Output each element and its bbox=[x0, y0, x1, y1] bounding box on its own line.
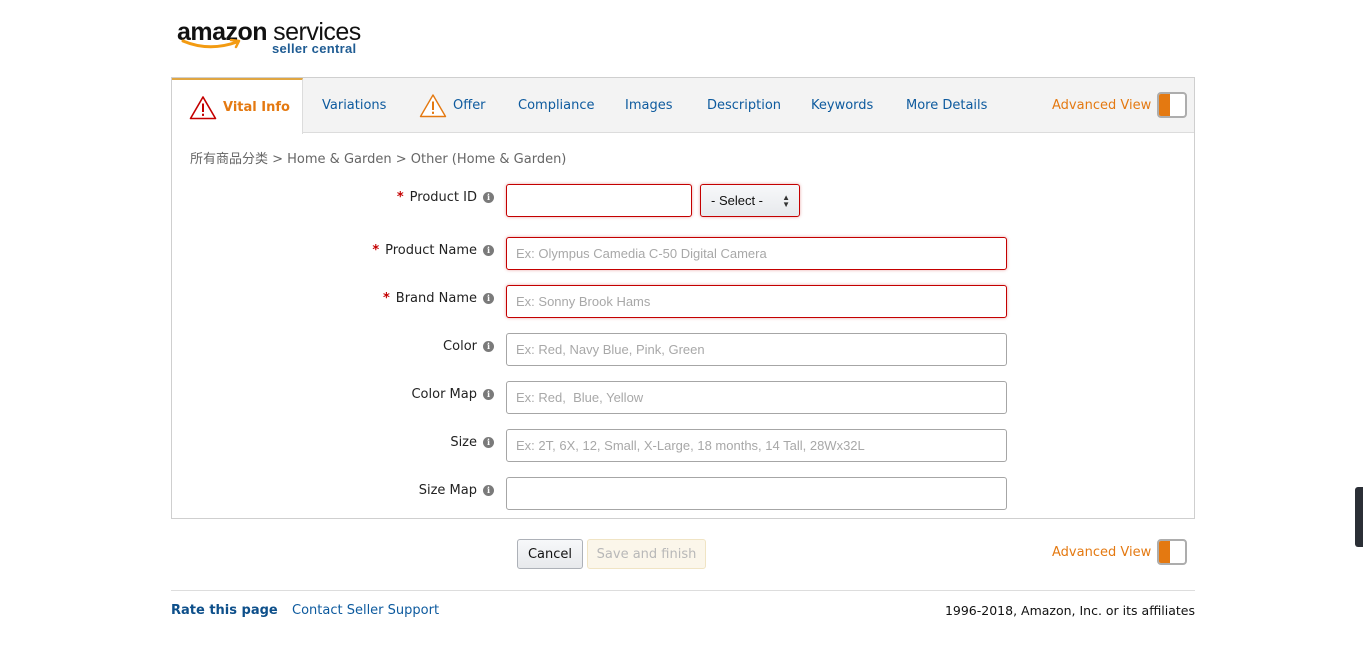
info-icon[interactable]: i bbox=[483, 192, 494, 203]
tab-keywords[interactable]: Keywords bbox=[811, 78, 873, 133]
advanced-view-toggle-top[interactable]: Advanced View bbox=[1052, 92, 1188, 118]
toggle-knob bbox=[1159, 94, 1171, 116]
required-marker: * bbox=[382, 291, 390, 306]
info-icon[interactable]: i bbox=[483, 341, 494, 352]
product-name-label: * Product Name i bbox=[372, 243, 494, 258]
tab-more-details[interactable]: More Details bbox=[906, 78, 987, 133]
product-name-input[interactable] bbox=[506, 237, 1007, 270]
color-map-input[interactable] bbox=[506, 381, 1007, 414]
info-icon[interactable]: i bbox=[483, 485, 494, 496]
tab-label: Description bbox=[707, 98, 782, 113]
breadcrumb: 所有商品分类 > Home & Garden > Other (Home & G… bbox=[190, 152, 567, 167]
copyright-text: 1996-2018, Amazon, Inc. or its affiliate… bbox=[944, 603, 1195, 618]
info-icon[interactable]: i bbox=[483, 437, 494, 448]
info-icon[interactable]: i bbox=[483, 389, 494, 400]
color-map-label: Color Map i bbox=[411, 387, 494, 402]
tab-label: Variations bbox=[322, 98, 387, 113]
field-label-text: Size Map bbox=[418, 483, 477, 498]
rate-this-page-link[interactable]: Rate this page bbox=[171, 603, 278, 618]
size-label: Size i bbox=[450, 435, 494, 450]
required-marker: * bbox=[396, 190, 404, 205]
field-label-text: Size bbox=[450, 435, 477, 450]
field-label-text: Color bbox=[443, 339, 477, 354]
warning-icon bbox=[189, 95, 217, 119]
tab-label: More Details bbox=[906, 98, 988, 113]
product-id-type-select[interactable]: - Select - ▲ ▼ bbox=[700, 184, 800, 217]
tab-compliance[interactable]: Compliance bbox=[518, 78, 595, 133]
tab-vital-info[interactable]: Vital Info bbox=[172, 78, 303, 134]
tab-offer[interactable]: Offer bbox=[419, 78, 486, 133]
required-marker: * bbox=[372, 243, 380, 258]
size-map-label: Size Map i bbox=[419, 483, 494, 498]
toggle-knob bbox=[1159, 541, 1171, 563]
tab-label: Images bbox=[625, 98, 673, 113]
select-arrows-icon: ▲ ▼ bbox=[782, 193, 790, 209]
advanced-view-toggle-bottom[interactable]: Advanced View bbox=[1052, 539, 1188, 565]
tab-label: Vital Info bbox=[223, 99, 290, 115]
product-id-label: * Product ID i bbox=[397, 190, 494, 205]
tab-label: Keywords bbox=[811, 98, 874, 113]
field-label-text: Brand Name bbox=[395, 291, 477, 306]
tab-images[interactable]: Images bbox=[625, 78, 673, 133]
brand-name-label: * Brand Name i bbox=[383, 291, 494, 306]
contact-seller-support-link[interactable]: Contact Seller Support bbox=[292, 603, 439, 618]
info-icon[interactable]: i bbox=[483, 245, 494, 256]
tab-description[interactable]: Description bbox=[707, 78, 781, 133]
field-label-text: Product Name bbox=[385, 243, 477, 258]
advanced-view-label: Advanced View bbox=[1052, 97, 1152, 113]
size-map-input[interactable] bbox=[506, 477, 1007, 510]
product-id-input[interactable] bbox=[506, 184, 692, 217]
select-value: - Select - bbox=[711, 193, 764, 208]
size-input[interactable] bbox=[506, 429, 1007, 462]
cancel-button[interactable]: Cancel bbox=[517, 539, 583, 569]
warning-icon bbox=[419, 94, 447, 118]
footer-divider bbox=[171, 590, 1195, 591]
toggle-switch[interactable] bbox=[1157, 539, 1188, 565]
color-label: Color i bbox=[443, 339, 494, 354]
field-label-text: Color Map bbox=[411, 387, 477, 402]
tab-bar: Vital Info Variations Offer Compliance I… bbox=[172, 78, 1194, 134]
vital-info-panel: Vital Info Variations Offer Compliance I… bbox=[171, 77, 1195, 519]
brand-name-input[interactable] bbox=[506, 285, 1007, 318]
logo-subtitle: seller central bbox=[272, 41, 357, 56]
side-feedback-widget[interactable] bbox=[1355, 487, 1363, 547]
tab-label: Offer bbox=[453, 98, 486, 113]
toggle-switch[interactable] bbox=[1157, 92, 1188, 118]
advanced-view-label: Advanced View bbox=[1052, 544, 1152, 560]
color-input[interactable] bbox=[506, 333, 1007, 366]
field-label-text: Product ID bbox=[409, 190, 477, 205]
tab-label: Compliance bbox=[518, 98, 595, 113]
tab-variations[interactable]: Variations bbox=[322, 78, 386, 133]
info-icon[interactable]: i bbox=[483, 293, 494, 304]
save-and-finish-button[interactable]: Save and finish bbox=[587, 539, 706, 569]
amazon-smile-icon bbox=[181, 38, 241, 49]
amazon-services-logo[interactable]: amazon services seller central bbox=[177, 18, 377, 58]
